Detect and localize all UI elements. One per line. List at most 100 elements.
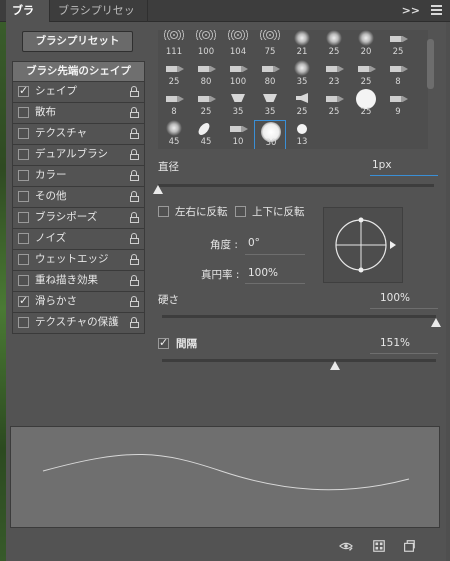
- lock-icon[interactable]: [130, 86, 139, 97]
- option-item-other[interactable]: その他: [12, 187, 145, 208]
- option-item-build-up[interactable]: 重ね描き効果: [12, 271, 145, 292]
- brush-tip-cell[interactable]: 25: [382, 30, 414, 60]
- lock-icon[interactable]: [130, 149, 139, 160]
- brush-tip-cell[interactable]: 45: [190, 120, 222, 149]
- spacing-slider-track[interactable]: [162, 359, 436, 362]
- option-checkbox[interactable]: [18, 275, 29, 286]
- grid-panel-icon[interactable]: [372, 539, 386, 553]
- option-item-texture[interactable]: テクスチャ: [12, 124, 145, 145]
- hamburger-menu-icon[interactable]: [431, 5, 442, 15]
- brush-tip-cell[interactable]: 80: [254, 60, 286, 90]
- brush-tip-cell[interactable]: 100: [222, 60, 254, 90]
- collapse-panel-button[interactable]: >>: [396, 0, 426, 22]
- option-checkbox[interactable]: [18, 233, 29, 244]
- brush-tip-cell[interactable]: 80: [190, 60, 222, 90]
- lock-icon[interactable]: [130, 191, 139, 202]
- flip-x-checkbox[interactable]: [158, 206, 169, 217]
- brush-tip-cell[interactable]: 25: [350, 89, 382, 120]
- option-checkbox[interactable]: [18, 254, 29, 265]
- option-checkbox[interactable]: [18, 149, 29, 160]
- option-item-protect-texture[interactable]: テクスチャの保護: [12, 313, 145, 334]
- brush-tip-cell[interactable]: 8: [158, 90, 190, 120]
- brush-tip-cell[interactable]: 25: [350, 60, 382, 90]
- diameter-input[interactable]: 1px: [372, 159, 392, 171]
- brush-preset-button[interactable]: ブラシプリセット: [22, 31, 133, 52]
- option-item-brush-pose[interactable]: ブラシポーズ: [12, 208, 145, 229]
- brush-tip-cell[interactable]: 25: [318, 90, 350, 120]
- brush-tip-cell[interactable]: 25: [286, 90, 318, 120]
- brush-tip-cell[interactable]: 25: [158, 60, 190, 90]
- lock-icon[interactable]: [130, 233, 139, 244]
- brush-tip-cell-selected[interactable]: 30: [254, 120, 286, 149]
- new-brush-icon[interactable]: [402, 539, 416, 553]
- brush-tip-cell[interactable]: 100: [190, 30, 222, 60]
- lock-icon[interactable]: [130, 212, 139, 223]
- brush-tip-cell[interactable]: 25: [318, 30, 350, 60]
- option-item-smoothing[interactable]: 滑らかさ: [12, 292, 145, 313]
- hardness-input[interactable]: 100%: [380, 292, 410, 304]
- eye-protect-icon[interactable]: [339, 539, 353, 553]
- brush-size-label: 25: [360, 107, 372, 117]
- angle-input[interactable]: 0°: [248, 237, 260, 249]
- brush-tip-cell[interactable]: 111: [158, 30, 190, 60]
- option-checkbox[interactable]: [18, 84, 29, 97]
- brush-size-label: 45: [200, 137, 212, 147]
- diameter-slider-knob[interactable]: [153, 185, 163, 194]
- spacing-input[interactable]: 151%: [380, 337, 410, 349]
- option-item-color[interactable]: カラー: [12, 166, 145, 187]
- tab-brush[interactable]: ブラシ: [6, 0, 50, 39]
- lock-icon[interactable]: [130, 275, 139, 286]
- brush-tip-preview: [198, 96, 216, 102]
- brush-tip-cell[interactable]: 8: [382, 60, 414, 90]
- option-checkbox[interactable]: [18, 317, 29, 328]
- brush-size-label: 100: [229, 77, 247, 87]
- option-item-scatter[interactable]: 散布: [12, 103, 145, 124]
- lock-icon[interactable]: [130, 296, 139, 307]
- brush-size-label: 100: [197, 47, 215, 57]
- brush-tip-cell[interactable]: 104: [222, 30, 254, 60]
- option-checkbox[interactable]: [18, 128, 29, 139]
- brush-tip-preview: [198, 66, 216, 72]
- brush-tip-cell[interactable]: 25: [190, 90, 222, 120]
- brush-tip-cell[interactable]: 35: [222, 90, 254, 120]
- hardness-slider-knob[interactable]: [431, 318, 441, 327]
- brush-tip-cell[interactable]: 10: [222, 120, 254, 149]
- option-checkbox[interactable]: [18, 212, 29, 223]
- brush-tip-shape-item[interactable]: ブラシ先端のシェイプ: [12, 61, 145, 82]
- angle-roundness-widget[interactable]: [323, 207, 403, 283]
- option-item-shape[interactable]: シェイプ: [12, 82, 145, 103]
- brush-tip-cell[interactable]: 13: [286, 120, 318, 149]
- option-item-wet-edges[interactable]: ウェットエッジ: [12, 250, 145, 271]
- option-label: 重ね描き効果: [35, 274, 98, 286]
- lock-icon[interactable]: [130, 254, 139, 265]
- tab-brush-preset[interactable]: ブラシプリセット: [52, 0, 148, 39]
- diameter-slider-track[interactable]: [158, 184, 434, 187]
- hardness-slider-track[interactable]: [162, 315, 436, 318]
- brush-tip-preview: [294, 60, 310, 76]
- option-item-noise[interactable]: ノイズ: [12, 229, 145, 250]
- brush-size-label: 45: [168, 137, 180, 147]
- option-checkbox[interactable]: [18, 170, 29, 181]
- roundness-input-underline: [245, 283, 305, 284]
- spacing-checkbox[interactable]: [158, 336, 169, 349]
- brush-tip-cell[interactable]: 21: [286, 30, 318, 60]
- lock-icon[interactable]: [130, 170, 139, 181]
- brush-tip-cell[interactable]: 35: [254, 90, 286, 120]
- flip-y-checkbox[interactable]: [235, 206, 246, 217]
- brush-tip-cell[interactable]: 75: [254, 30, 286, 60]
- option-checkbox[interactable]: [18, 294, 29, 307]
- brush-tip-cell[interactable]: 9: [382, 90, 414, 120]
- lock-icon[interactable]: [130, 107, 139, 118]
- option-checkbox[interactable]: [18, 191, 29, 202]
- brush-tip-cell[interactable]: 35: [286, 60, 318, 90]
- brush-tip-cell[interactable]: 23: [318, 60, 350, 90]
- brush-grid-scrollbar[interactable]: [427, 39, 434, 89]
- lock-icon[interactable]: [130, 128, 139, 139]
- option-item-dual-brush[interactable]: デュアルブラシ: [12, 145, 145, 166]
- roundness-input[interactable]: 100%: [248, 267, 278, 279]
- brush-tip-cell[interactable]: 45: [158, 120, 190, 149]
- brush-tip-cell[interactable]: 20: [350, 30, 382, 60]
- lock-icon[interactable]: [130, 317, 139, 328]
- spacing-slider-knob[interactable]: [330, 361, 341, 370]
- option-checkbox[interactable]: [18, 107, 29, 118]
